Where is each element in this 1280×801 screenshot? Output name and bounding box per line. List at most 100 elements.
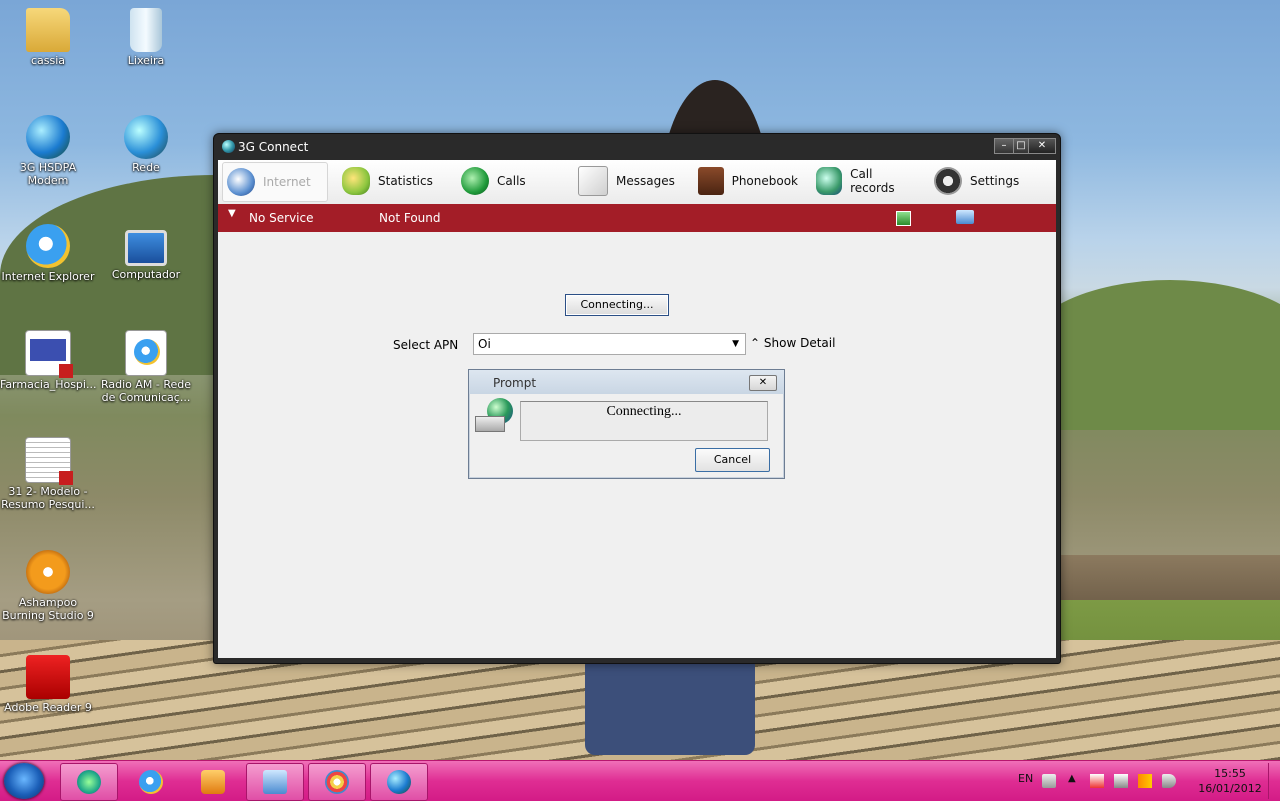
tab-calls[interactable]: Calls	[461, 162, 551, 200]
action-center-flag-icon[interactable]	[1090, 774, 1104, 788]
apn-select[interactable]: Oi ▼	[473, 333, 746, 355]
apn-label: Select APN	[393, 338, 459, 352]
pdf-document-icon	[25, 437, 73, 485]
tab-call-records-label: Call records	[850, 167, 895, 195]
desktop-icon-3g-modem[interactable]: 3G HSDPA Modem	[0, 115, 96, 187]
maximize-button[interactable]: □	[1013, 138, 1029, 154]
taskbar: EN ▲ 15:55 16/01/2012	[0, 760, 1280, 801]
desktop-icon-rede[interactable]: Rede	[98, 115, 194, 174]
messenger-icon	[77, 770, 101, 794]
double-chevron-up-icon: ⌃	[750, 336, 761, 350]
desktop-icon-label: Radio AM - Rede de Comunicaç...	[100, 378, 192, 404]
tab-calls-label: Calls	[497, 174, 526, 188]
document-thumbnail	[30, 339, 66, 361]
close-button[interactable]: ✕	[1028, 138, 1056, 154]
taskbar-3g-connect[interactable]	[370, 763, 428, 801]
tab-messages-label: Messages	[616, 174, 675, 188]
tab-phonebook-label: Phonebook	[731, 174, 798, 188]
internet-explorer-icon	[134, 339, 160, 365]
prompt-titlebar[interactable]: Prompt ✕	[469, 370, 784, 394]
internet-explorer-icon	[26, 224, 70, 268]
tab-call-records[interactable]: Call records	[816, 162, 916, 200]
language-indicator[interactable]: EN	[1018, 772, 1033, 785]
desktop-icon-label: Lixeira	[127, 54, 165, 67]
taskbar-control-panel[interactable]	[246, 763, 304, 801]
show-detail-toggle[interactable]: ⌃ Show Detail	[750, 336, 835, 350]
tab-messages[interactable]: Messages	[578, 162, 678, 200]
window-title: 3G Connect	[238, 140, 309, 154]
desktop-icon-label: 31 2- Modelo - Resumo Pesqui...	[1, 485, 95, 511]
computer-icon	[125, 230, 167, 266]
show-desktop-button[interactable]	[1268, 763, 1279, 799]
settings-icon	[934, 167, 962, 195]
network-icon	[124, 115, 168, 159]
globe-icon	[26, 115, 70, 159]
desktop-icon-label: Farmacia_Hospi...	[0, 378, 97, 391]
desktop-icon-cassia[interactable]: cassia	[0, 8, 96, 67]
tab-phonebook[interactable]: Phonebook	[698, 162, 798, 200]
pdf-badge-icon	[59, 364, 73, 378]
desktop-icon-computador[interactable]: Computador	[98, 224, 194, 281]
signal-icon: ▼	[228, 208, 236, 219]
taskbar-media-player[interactable]	[184, 763, 242, 801]
internet-explorer-icon	[139, 770, 163, 794]
taskbar-paint[interactable]	[308, 763, 366, 801]
desktop-icon-farmacia[interactable]: Farmacia_Hospi...	[0, 330, 96, 391]
apn-selected-value: Oi	[478, 337, 491, 351]
clock[interactable]: 15:55 16/01/2012	[1195, 766, 1265, 796]
cancel-button[interactable]: Cancel	[695, 448, 770, 472]
device-icon[interactable]	[1114, 774, 1128, 788]
media-player-icon	[201, 770, 225, 794]
volume-icon[interactable]	[1162, 774, 1176, 788]
prompt-close-button[interactable]: ✕	[749, 375, 777, 391]
user-folder-icon	[26, 8, 70, 52]
connect-button[interactable]: Connecting...	[565, 294, 669, 316]
tab-internet-label: Internet	[263, 175, 311, 189]
clock-date: 16/01/2012	[1198, 782, 1262, 795]
phone-icon	[461, 167, 489, 195]
desktop-icon-ashampoo[interactable]: Ashampoo Burning Studio 9	[0, 550, 96, 622]
signal-strength-icon[interactable]	[1138, 774, 1152, 788]
desktop-icon-label: Computador	[111, 268, 181, 281]
keyboard-icon[interactable]	[1042, 774, 1056, 788]
desktop-icon-lixeira[interactable]: Lixeira	[98, 8, 194, 67]
ashampoo-icon	[26, 550, 70, 594]
taskbar-internet-explorer[interactable]	[122, 763, 180, 801]
connection-state-icon	[896, 211, 911, 226]
prompt-dialog: Prompt ✕ Connecting... Cancel	[468, 369, 785, 479]
pdf-document-icon	[25, 330, 73, 378]
person-legs	[585, 655, 755, 755]
prompt-message-box: Connecting...	[520, 401, 768, 441]
modem-icon	[475, 416, 505, 432]
app-icon	[222, 140, 235, 153]
desktop-icon-label: Ashampoo Burning Studio 9	[2, 596, 94, 622]
call-records-icon	[816, 167, 843, 195]
phonebook-icon	[698, 167, 724, 195]
desktop-icon-adobe-reader[interactable]: Adobe Reader 9	[0, 655, 96, 714]
show-detail-label: Show Detail	[763, 336, 836, 350]
taskbar-windows-live-messenger[interactable]	[60, 763, 118, 801]
paint-icon	[325, 770, 349, 794]
tab-settings-label: Settings	[970, 174, 1020, 188]
desktop-icon-internet-explorer[interactable]: Internet Explorer	[0, 224, 96, 283]
show-hidden-icons-button[interactable]: ▲	[1068, 773, 1076, 784]
desktop-icon-label: Rede	[132, 161, 160, 174]
globe-icon	[387, 770, 411, 794]
desktop-icon-modelo[interactable]: 31 2- Modelo - Resumo Pesqui...	[0, 437, 96, 511]
network-connecting-icon	[473, 398, 515, 436]
network-status: Not Found	[379, 211, 441, 225]
device-icon	[956, 210, 974, 224]
tab-statistics[interactable]: Statistics	[342, 162, 442, 200]
globe-icon	[227, 168, 255, 196]
main-toolbar: Internet Statistics Calls Messages Phone…	[218, 160, 1056, 205]
start-button[interactable]	[4, 763, 44, 799]
prompt-message: Connecting...	[606, 404, 682, 419]
window-titlebar[interactable]: 3G Connect – □ ✕	[214, 134, 1060, 160]
tab-settings[interactable]: Settings	[934, 162, 1034, 200]
minimize-button[interactable]: –	[994, 138, 1014, 154]
desktop-icon-radio-am[interactable]: Radio AM - Rede de Comunicaç...	[98, 330, 194, 404]
desktop-icon-label: Adobe Reader 9	[4, 701, 92, 714]
control-panel-icon	[263, 770, 287, 794]
system-tray: EN ▲ 15:55 16/01/2012	[1010, 761, 1280, 801]
tab-internet[interactable]: Internet	[222, 162, 328, 202]
